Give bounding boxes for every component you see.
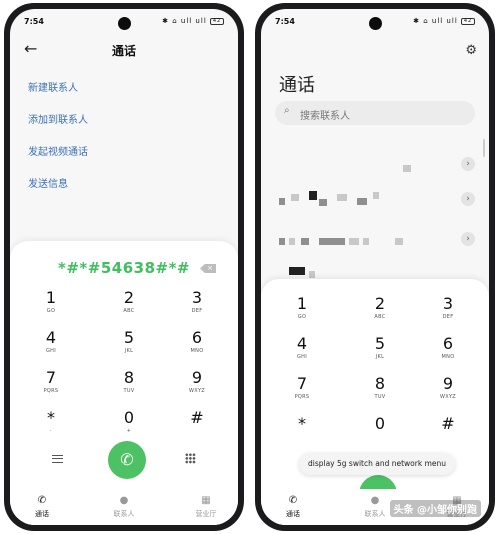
key-9[interactable]: 9 WXYZ	[172, 369, 222, 405]
menu-icon[interactable]	[52, 455, 63, 463]
key-4[interactable]: 4 GHI	[277, 335, 327, 371]
chevron-right-icon[interactable]: ›	[461, 232, 475, 246]
key-7[interactable]: 7 PQRS	[26, 369, 76, 405]
bottom-tab-bar: ✆ 通话 ● 联系人 ▦ 营业厅	[10, 489, 238, 525]
tab-calls[interactable]: ✆ 通话	[12, 495, 72, 519]
blurred-name	[349, 238, 359, 245]
phone-left: 7:54 ✱ ⌂ ull ull 42 ← 通话 新建联系人 添加到联系人 发起…	[4, 3, 244, 531]
action-menu: 新建联系人 添加到联系人 发起视频通话 发送信息	[28, 82, 88, 210]
blurred-name	[363, 238, 369, 245]
blurred-name	[279, 238, 285, 245]
tab-calls[interactable]: ✆ 通话	[263, 495, 323, 519]
blurred-name	[319, 238, 345, 245]
battery-icon: 42	[210, 17, 224, 25]
call-button[interactable]: ✆	[108, 441, 146, 479]
tab-service-hall[interactable]: ▦ 营业厅	[176, 495, 236, 519]
chevron-right-icon[interactable]: ›	[461, 192, 475, 206]
signal-icons: ✱ ⌂ ull ull	[413, 17, 458, 25]
blurred-name	[319, 199, 327, 206]
camera-cutout	[118, 17, 131, 30]
menu-item-send-message[interactable]: 发送信息	[28, 178, 88, 210]
dialer-actions: ✆	[10, 441, 238, 481]
key-hash[interactable]: #	[423, 415, 473, 451]
search-input[interactable]: ⌕ 搜索联系人	[275, 101, 475, 125]
blurred-name	[337, 194, 347, 201]
blurred-name	[357, 198, 367, 205]
store-icon: ▦	[201, 495, 211, 506]
phone-icon: ✆	[37, 495, 47, 506]
key-5[interactable]: 5 JKL	[355, 335, 405, 371]
key-5[interactable]: 5 JKL	[104, 329, 154, 365]
search-placeholder: 搜索联系人	[300, 111, 350, 122]
blurred-name	[289, 238, 295, 245]
key-1[interactable]: 1 GO	[26, 289, 76, 325]
chevron-right-icon[interactable]: ›	[461, 157, 475, 171]
status-time: 7:54	[24, 17, 44, 26]
camera-cutout	[369, 17, 382, 30]
key-star[interactable]: * ·	[26, 409, 76, 445]
contact-row[interactable]: ›	[275, 191, 475, 208]
key-8[interactable]: 8 TUV	[355, 375, 405, 411]
key-3[interactable]: 3 DEF	[172, 289, 222, 325]
contact-row[interactable]: ›	[275, 157, 475, 173]
scrollbar[interactable]	[483, 139, 485, 157]
status-icons: ✱ ⌂ ull ull 42	[162, 17, 224, 25]
status-time: 7:54	[275, 17, 295, 26]
key-6[interactable]: 6 MNO	[423, 335, 473, 371]
phone-icon: ✆	[120, 450, 134, 469]
blurred-name	[403, 165, 411, 172]
key-9[interactable]: 9 WXYZ	[423, 375, 473, 411]
keypad-toggle-icon[interactable]	[185, 453, 196, 464]
blurred-name	[289, 267, 305, 275]
status-icons: ✱ ⌂ ull ull 42	[413, 17, 475, 25]
tab-contacts[interactable]: ● 联系人	[94, 495, 154, 519]
key-1[interactable]: 1 GO	[277, 295, 327, 331]
phone-icon: ✆	[288, 495, 298, 506]
blurred-name	[291, 194, 299, 201]
blurred-name	[279, 198, 285, 205]
key-0[interactable]: 0 +	[104, 409, 154, 445]
key-3[interactable]: 3 DEF	[423, 295, 473, 331]
screen-right: 7:54 ✱ ⌂ ull ull 42 ⚙ 通话 ⌕ 搜索联系人 › › › 1…	[261, 9, 489, 525]
key-star[interactable]: *	[277, 415, 327, 451]
key-8[interactable]: 8 TUV	[104, 369, 154, 405]
menu-item-new-contact[interactable]: 新建联系人	[28, 82, 88, 114]
page-title: 通话	[279, 75, 315, 96]
dialer-panel: *#*#54638#*# × 1 GO 2 ABC 3 DEF 4 GHI 5 JKL 6…	[10, 241, 238, 525]
phone-right: 7:54 ✱ ⌂ ull ull 42 ⚙ 通话 ⌕ 搜索联系人 › › › 1…	[255, 3, 495, 531]
menu-item-video-call[interactable]: 发起视频通话	[28, 146, 88, 178]
screen-left: 7:54 ✱ ⌂ ull ull 42 ← 通话 新建联系人 添加到联系人 发起…	[10, 9, 238, 525]
search-icon: ⌕	[284, 105, 290, 116]
blurred-name	[395, 238, 403, 245]
blurred-name	[309, 191, 317, 200]
person-icon: ●	[119, 495, 129, 506]
key-7[interactable]: 7 PQRS	[277, 375, 327, 411]
blurred-name	[301, 238, 309, 245]
gear-icon[interactable]: ⚙	[465, 43, 477, 58]
key-6[interactable]: 6 MNO	[172, 329, 222, 365]
blurred-name	[309, 271, 315, 278]
watermark: 头条 @小邹你别跑	[389, 500, 481, 517]
signal-icons: ✱ ⌂ ull ull	[162, 17, 207, 25]
key-hash[interactable]: #	[172, 409, 222, 445]
contact-row[interactable]	[275, 265, 475, 279]
key-2[interactable]: 2 ABC	[104, 289, 154, 325]
blurred-name	[373, 192, 379, 199]
key-0[interactable]: 0	[355, 415, 405, 451]
key-2[interactable]: 2 ABC	[355, 295, 405, 331]
toast-message: display 5g switch and network menu	[299, 453, 455, 475]
page-title: 通话	[111, 44, 136, 58]
key-4[interactable]: 4 GHI	[26, 329, 76, 365]
contact-row[interactable]: ›	[275, 232, 475, 248]
battery-icon: 42	[461, 17, 475, 25]
menu-item-add-to-contact[interactable]: 添加到联系人	[28, 114, 88, 146]
